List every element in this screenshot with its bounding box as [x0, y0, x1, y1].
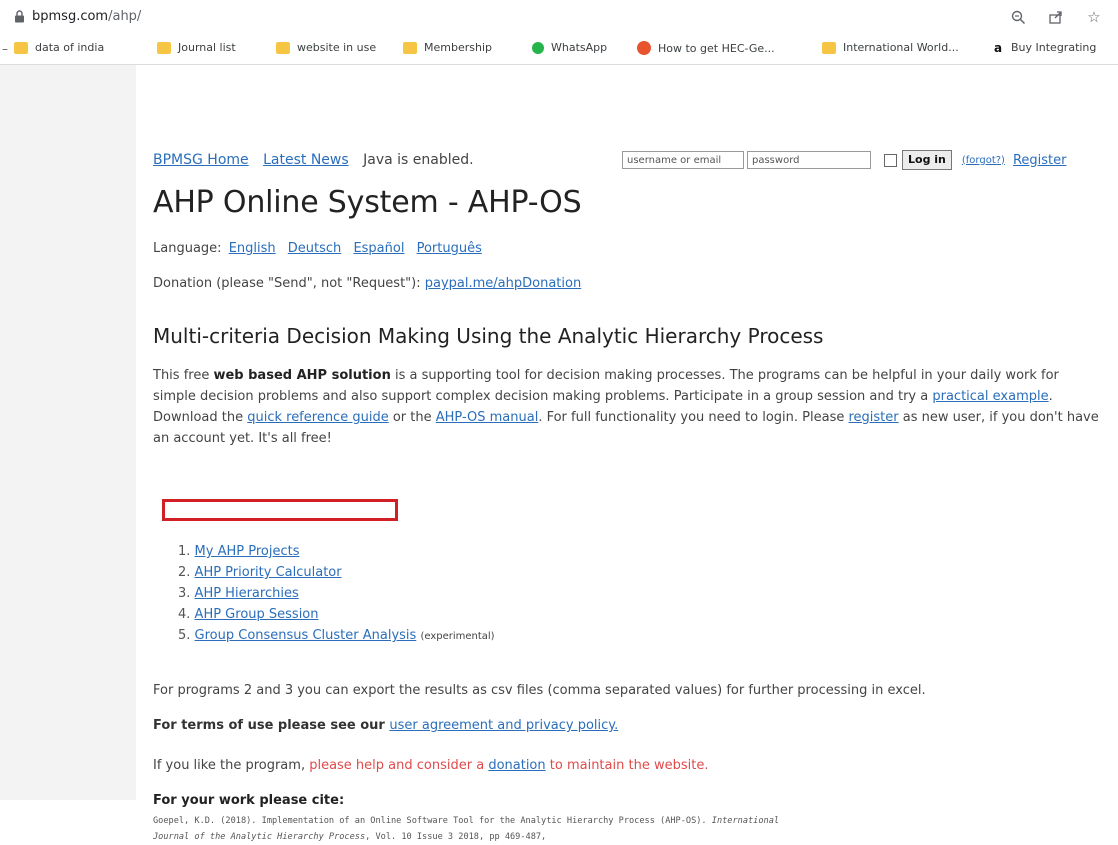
language-portugues[interactable]: Português [417, 241, 482, 256]
list-item: 2. AHP Priority Calculator [178, 565, 342, 580]
language-deutsch[interactable]: Deutsch [288, 241, 342, 256]
practical-example-link[interactable]: practical example [932, 389, 1048, 404]
terms-line: For terms of use please see our user agr… [153, 718, 619, 733]
register-link[interactable]: Register [1013, 153, 1067, 168]
folder-icon [14, 41, 28, 54]
folder-icon [403, 41, 417, 54]
bookmark-item[interactable]: Membership [403, 41, 492, 54]
page-content: BPMSG Home Latest News Java is enabled. … [136, 65, 1118, 842]
url-text[interactable]: bpmsg.com/ahp/ [32, 9, 141, 24]
remember-checkbox[interactable] [884, 153, 897, 167]
folder-icon [276, 41, 290, 54]
language-label: Language: [153, 241, 222, 256]
help-line: If you like the program, please help and… [153, 758, 709, 773]
paypal-link[interactable]: paypal.me/ahpDonation [425, 276, 581, 291]
bookmarks-overflow-icon[interactable]: – [2, 42, 8, 56]
ahp-priority-calculator-link[interactable]: AHP Priority Calculator [195, 565, 342, 580]
language-selector: Language: English Deutsch Español Portug… [153, 241, 487, 256]
page-title: AHP Online System - AHP-OS [153, 185, 582, 220]
consensus-cluster-link[interactable]: Group Consensus Cluster Analysis [195, 628, 417, 643]
cite-heading: For your work please cite: [153, 793, 345, 808]
login-button[interactable]: Log in [902, 150, 952, 170]
address-bar[interactable]: bpmsg.com/ahp/ ☆ [0, 0, 1118, 34]
language-english[interactable]: English [229, 241, 276, 256]
bookmark-star-icon[interactable]: ☆ [1084, 7, 1104, 27]
site-icon [637, 41, 651, 55]
ahp-hierarchies-link[interactable]: AHP Hierarchies [195, 586, 299, 601]
quick-reference-link[interactable]: quick reference guide [247, 410, 388, 425]
list-item: 3. AHP Hierarchies [178, 586, 299, 601]
lock-icon [15, 10, 24, 23]
latest-news-link[interactable]: Latest News [263, 152, 349, 168]
bookmark-item[interactable]: How to get HEC-Ge... [637, 41, 775, 55]
citation-text: Goepel, K.D. (2018). Implementation of a… [153, 816, 780, 842]
bookmark-item[interactable]: website in use [276, 41, 376, 54]
program-list: 1. My AHP Projects 2. AHP Priority Calcu… [178, 541, 495, 646]
donation-link[interactable]: donation [488, 758, 545, 773]
experimental-note: (experimental) [420, 631, 495, 642]
user-agreement-link[interactable]: user agreement and privacy policy. [389, 718, 618, 733]
top-navigation: BPMSG Home Latest News Java is enabled. [153, 152, 474, 168]
share-icon[interactable] [1046, 7, 1066, 27]
password-input[interactable]: password [747, 151, 871, 169]
my-ahp-projects-link[interactable]: My AHP Projects [195, 544, 300, 559]
ahp-group-session-link[interactable]: AHP Group Session [195, 607, 319, 622]
folder-icon [157, 41, 171, 54]
donation-line: Donation (please "Send", not "Request"):… [153, 276, 581, 291]
whatsapp-icon [532, 41, 544, 54]
amazon-icon: a [993, 40, 1003, 55]
zoom-icon[interactable] [1008, 7, 1028, 27]
bookmark-item[interactable]: WhatsApp [532, 41, 607, 54]
manual-link[interactable]: AHP-OS manual [436, 410, 539, 425]
bookmark-item[interactable]: a Buy Integrating [992, 41, 1096, 54]
intro-paragraph: This free web based AHP solution is a su… [153, 368, 1099, 446]
list-item: 1. My AHP Projects [178, 544, 300, 559]
bookmark-item[interactable]: Journal list [157, 41, 236, 54]
highlight-box [162, 499, 398, 521]
donation-text: Donation (please "Send", not "Request"): [153, 276, 421, 291]
forgot-link[interactable]: (forgot?) [962, 155, 1005, 166]
section-heading: Multi-criteria Decision Making Using the… [153, 324, 824, 348]
java-status: Java is enabled. [363, 152, 474, 168]
export-note: For programs 2 and 3 you can export the … [153, 683, 926, 698]
list-item: 4. AHP Group Session [178, 607, 319, 622]
username-input[interactable]: username or email [622, 151, 744, 169]
folder-icon [822, 41, 836, 54]
login-form: username or email password Log in (forgo… [622, 150, 1066, 170]
language-espanol[interactable]: Español [353, 241, 404, 256]
bpmsg-home-link[interactable]: BPMSG Home [153, 152, 249, 168]
bookmark-item[interactable]: International World... [822, 41, 959, 54]
bookmarks-bar: – data of india Journal list website in … [0, 34, 1118, 65]
register-inline-link[interactable]: register [848, 410, 898, 425]
bookmark-item[interactable]: data of india [14, 41, 104, 54]
list-item: 5. Group Consensus Cluster Analysis (exp… [178, 628, 495, 643]
